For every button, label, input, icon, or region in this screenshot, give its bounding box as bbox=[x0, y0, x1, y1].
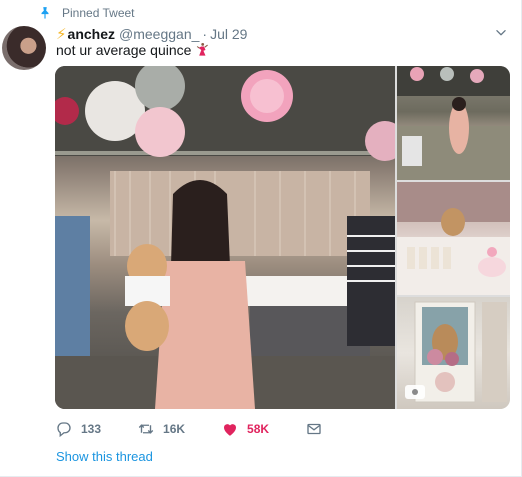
avatar[interactable] bbox=[2, 26, 46, 70]
tweet-actions: 133 16K 58K bbox=[55, 420, 367, 438]
reply-button[interactable]: 133 bbox=[55, 420, 101, 438]
pinned-label: Pinned Tweet bbox=[62, 6, 135, 20]
photo-main[interactable] bbox=[55, 66, 395, 409]
envelope-icon bbox=[307, 423, 321, 435]
retweet-count: 16K bbox=[163, 422, 186, 436]
lightning-emoji: ⚡ bbox=[56, 26, 67, 43]
chevron-down-icon[interactable] bbox=[494, 26, 508, 40]
tweet[interactable]: Pinned Tweet ⚡ anchez @meeggan_ · Jul 29… bbox=[0, 0, 522, 477]
tweet-text: not ur average quince bbox=[56, 42, 209, 58]
pin-icon bbox=[41, 7, 49, 19]
separator-dot: · bbox=[202, 26, 208, 42]
display-name[interactable]: anchez bbox=[68, 26, 115, 42]
media-grid[interactable] bbox=[55, 66, 510, 409]
show-thread-link[interactable]: Show this thread bbox=[56, 449, 153, 464]
dancer-emoji-icon bbox=[197, 43, 209, 56]
tweet-timestamp[interactable]: Jul 29 bbox=[210, 26, 247, 42]
retweet-icon bbox=[138, 424, 154, 434]
retweet-button[interactable]: 16K bbox=[137, 420, 185, 438]
tweet-header: ⚡ anchez @meeggan_ · Jul 29 bbox=[56, 25, 247, 43]
photo-middle-right[interactable] bbox=[397, 182, 510, 295]
like-button[interactable]: 58K bbox=[221, 420, 269, 438]
user-handle[interactable]: @meeggan_ bbox=[119, 26, 199, 42]
tweet-text-body: not ur average quince bbox=[56, 42, 192, 58]
share-button[interactable] bbox=[305, 420, 331, 438]
heart-icon bbox=[224, 424, 237, 436]
like-count: 58K bbox=[247, 422, 270, 436]
pinned-indicator: Pinned Tweet bbox=[38, 5, 135, 21]
reply-icon bbox=[57, 422, 71, 438]
photo-bottom-right[interactable] bbox=[397, 297, 510, 409]
reply-count: 133 bbox=[81, 422, 102, 436]
photo-top-right[interactable] bbox=[397, 66, 510, 180]
